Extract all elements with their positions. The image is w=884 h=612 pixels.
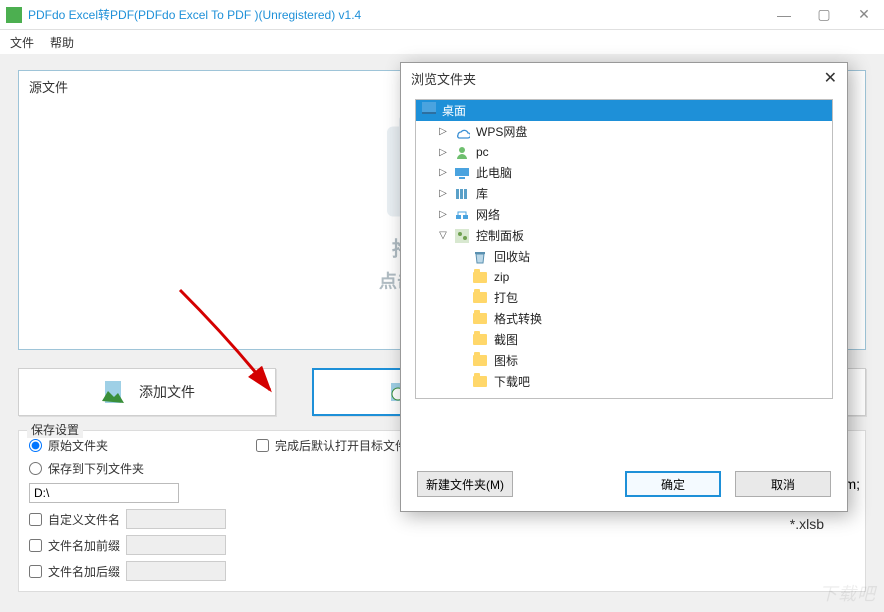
radio-original-input[interactable] bbox=[29, 439, 42, 452]
radio-custom-label: 保存到下列文件夹 bbox=[48, 460, 144, 477]
minimize-button[interactable]: — bbox=[764, 0, 804, 30]
check-prefix[interactable]: 文件名加前缀 bbox=[29, 535, 226, 555]
check-open-after[interactable]: 完成后默认打开目标文件 bbox=[256, 437, 407, 454]
tree-item[interactable]: ▽ 控制面板 bbox=[416, 225, 832, 246]
check-open-after-label: 完成后默认打开目标文件 bbox=[275, 437, 407, 454]
folder-icon bbox=[472, 311, 488, 327]
tree-item-label: 库 bbox=[476, 185, 488, 202]
check-open-after-input[interactable] bbox=[256, 439, 269, 452]
add-file-label: 添加文件 bbox=[139, 382, 195, 402]
tree-item[interactable]: 回收站 bbox=[416, 246, 832, 267]
tree-item-label: zip bbox=[494, 270, 509, 284]
expand-icon[interactable]: ▷ bbox=[438, 126, 448, 137]
check-custom-name[interactable]: 自定义文件名 bbox=[29, 509, 226, 529]
check-prefix-input[interactable] bbox=[29, 539, 42, 552]
lib-icon bbox=[454, 186, 470, 202]
tree-item[interactable]: ▷ WPS网盘 bbox=[416, 121, 832, 142]
tree-item-label: WPS网盘 bbox=[476, 123, 527, 140]
radio-custom-input[interactable] bbox=[29, 462, 42, 475]
dialog-close-button[interactable]: ✕ bbox=[824, 68, 837, 88]
save-path-input[interactable] bbox=[29, 483, 179, 503]
dialog-buttons: 新建文件夹(M) 确定 取消 bbox=[401, 461, 847, 511]
dialog-titlebar: 浏览文件夹 ✕ bbox=[401, 63, 847, 93]
menubar: 文件 帮助 bbox=[0, 30, 884, 54]
tree-item-label: 网络 bbox=[476, 206, 500, 223]
tree-item-label: 格式转换 bbox=[494, 310, 542, 327]
app-icon bbox=[6, 7, 22, 23]
expand-icon[interactable]: ▷ bbox=[438, 147, 448, 158]
add-file-icon bbox=[99, 377, 129, 407]
tree-item[interactable]: ▷ 网络 bbox=[416, 204, 832, 225]
window-title: PDFdo Excel转PDF(PDFdo Excel To PDF )(Unr… bbox=[28, 6, 764, 23]
tree-item-label: 截图 bbox=[494, 331, 518, 348]
user-icon bbox=[454, 144, 470, 160]
check-suffix-input[interactable] bbox=[29, 565, 42, 578]
expand-icon[interactable]: ▷ bbox=[438, 167, 448, 178]
tree-item-label: 图标 bbox=[494, 352, 518, 369]
bin-icon bbox=[472, 249, 488, 265]
custom-name-input[interactable] bbox=[126, 509, 226, 529]
tree-item[interactable]: 格式转换 bbox=[416, 308, 832, 329]
cancel-button[interactable]: 取消 bbox=[735, 471, 831, 497]
dialog-body: 桌面 ▷WPS网盘▷pc▷此电脑▷库▷网络▽控制面板回收站zip打包格式转换截图… bbox=[401, 93, 847, 461]
tree-item[interactable]: 截图 bbox=[416, 329, 832, 350]
net-icon bbox=[454, 207, 470, 223]
save-legend: 保存设置 bbox=[27, 421, 83, 438]
watermark: 下载吧 bbox=[819, 580, 876, 606]
radio-original-label: 原始文件夹 bbox=[48, 437, 108, 454]
check-custom-name-label: 自定义文件名 bbox=[48, 511, 120, 528]
tree-item-label: pc bbox=[476, 145, 489, 159]
folder-icon bbox=[472, 374, 488, 390]
radio-original-folder[interactable]: 原始文件夹 bbox=[29, 437, 226, 454]
check-suffix-label: 文件名加后缀 bbox=[48, 563, 120, 580]
menu-help[interactable]: 帮助 bbox=[50, 34, 74, 51]
check-suffix[interactable]: 文件名加后缀 bbox=[29, 561, 226, 581]
browse-folder-dialog: 浏览文件夹 ✕ 桌面 ▷WPS网盘▷pc▷此电脑▷库▷网络▽控制面板回收站zip… bbox=[400, 62, 848, 512]
tree-item[interactable]: 下载吧 bbox=[416, 371, 832, 392]
tree-item-label: 下载吧 bbox=[494, 373, 530, 390]
check-prefix-label: 文件名加前缀 bbox=[48, 537, 120, 554]
close-button[interactable]: ✕ bbox=[844, 0, 884, 30]
dialog-title: 浏览文件夹 bbox=[411, 69, 476, 88]
maximize-button[interactable]: ▢ bbox=[804, 0, 844, 30]
folder-icon bbox=[472, 290, 488, 306]
new-folder-button[interactable]: 新建文件夹(M) bbox=[417, 471, 513, 497]
tree-item[interactable]: ▷ pc bbox=[416, 142, 832, 162]
panel-icon bbox=[454, 228, 470, 244]
radio-custom-folder[interactable]: 保存到下列文件夹 bbox=[29, 460, 226, 477]
ext-hint: *.xlsb bbox=[790, 516, 824, 532]
tree-item-label: 回收站 bbox=[494, 248, 530, 265]
tree-item[interactable]: 打包 bbox=[416, 287, 832, 308]
desktop-icon bbox=[422, 102, 436, 119]
add-file-button[interactable]: 添加文件 bbox=[18, 368, 276, 416]
tree-item-label: 控制面板 bbox=[476, 227, 524, 244]
pc-icon bbox=[454, 165, 470, 181]
tree-item[interactable]: ▷ 此电脑 bbox=[416, 162, 832, 183]
folder-icon bbox=[472, 332, 488, 348]
expand-icon[interactable]: ▽ bbox=[438, 230, 448, 241]
expand-icon[interactable]: ▷ bbox=[438, 209, 448, 220]
folder-tree[interactable]: 桌面 ▷WPS网盘▷pc▷此电脑▷库▷网络▽控制面板回收站zip打包格式转换截图… bbox=[415, 99, 833, 399]
titlebar: PDFdo Excel转PDF(PDFdo Excel To PDF )(Unr… bbox=[0, 0, 884, 30]
folder-icon bbox=[472, 353, 488, 369]
tree-root-label: 桌面 bbox=[442, 102, 466, 119]
cloud-icon bbox=[454, 124, 470, 140]
menu-file[interactable]: 文件 bbox=[10, 34, 34, 51]
ok-button[interactable]: 确定 bbox=[625, 471, 721, 497]
expand-icon[interactable]: ▷ bbox=[438, 188, 448, 199]
check-custom-name-input[interactable] bbox=[29, 513, 42, 526]
tree-item-label: 打包 bbox=[494, 289, 518, 306]
prefix-input[interactable] bbox=[126, 535, 226, 555]
tree-item[interactable]: ▷库 bbox=[416, 183, 832, 204]
suffix-input[interactable] bbox=[126, 561, 226, 581]
tree-item[interactable]: zip bbox=[416, 267, 832, 287]
tree-item[interactable]: 图标 bbox=[416, 350, 832, 371]
tree-item-label: 此电脑 bbox=[476, 164, 512, 181]
tree-root-desktop[interactable]: 桌面 bbox=[416, 100, 832, 121]
folder-icon bbox=[472, 269, 488, 285]
